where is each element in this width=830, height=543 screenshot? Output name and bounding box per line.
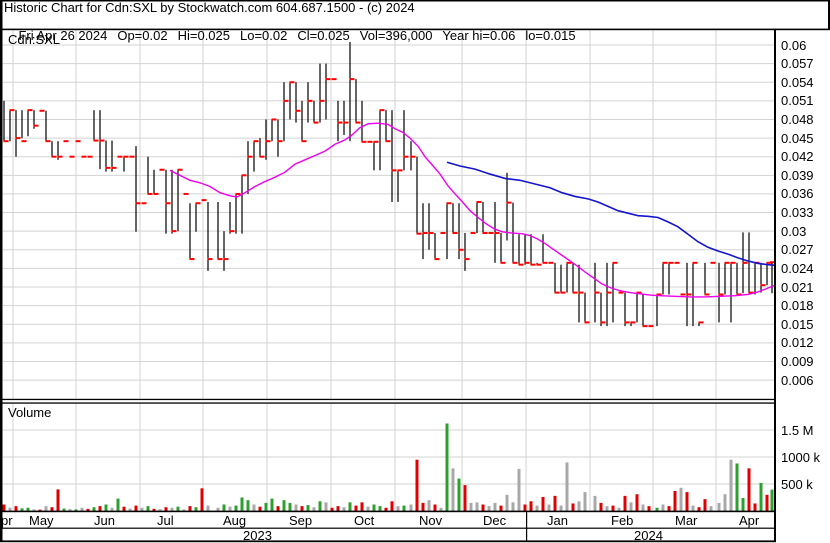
quote-low: Lo=0.02 <box>240 28 288 44</box>
month-label: Oct <box>354 513 375 528</box>
price-axis-label: 0.039 <box>781 167 814 183</box>
price-axis-label: 0.009 <box>781 353 814 369</box>
symbol-label: Cdn:SXL <box>8 32 61 47</box>
month-label: Dec <box>483 513 507 528</box>
month-label: Jan <box>547 513 568 528</box>
price-axis-label: 0.06 <box>781 37 807 53</box>
price-axis-label: 0.024 <box>781 260 814 276</box>
quote-year-hi: Year hi=0.06 <box>442 28 516 44</box>
volume-panel-label: Volume <box>8 405 52 420</box>
quote-year-lo: lo=0.015 <box>525 28 576 44</box>
price-axis-label: 0.006 <box>781 372 814 388</box>
price-axis-label: 0.036 <box>781 186 814 202</box>
month-label: Mar <box>675 513 698 528</box>
month-label: Jun <box>94 513 115 528</box>
quote-volume: Vol=396,000 <box>359 28 433 44</box>
price-axis-label: 0.021 <box>781 279 814 295</box>
price-axis-label: 0.03 <box>781 223 807 239</box>
volume-axis-label: 500 k <box>781 476 813 492</box>
price-axis-label: 0.015 <box>781 316 814 332</box>
chart-title: Historic Chart for Cdn:SXL by Stockwatch… <box>4 0 415 15</box>
quote-line: Fri Apr 26 2024 Op=0.02 Hi=0.025 Lo=0.02 Cl=… <box>4 15 586 58</box>
price-axis-label: 0.057 <box>781 56 814 72</box>
price-axis-label: 0.012 <box>781 335 814 351</box>
price-axis-label: 0.054 <box>781 74 814 90</box>
month-label: May <box>29 513 54 528</box>
month-label: Feb <box>611 513 634 528</box>
month-label: Nov <box>419 513 443 528</box>
quote-close: Cl=0.025 <box>297 28 350 44</box>
volume-axis-label: 1.5 M <box>781 422 814 438</box>
chart-canvas <box>0 0 830 543</box>
year-label: 2023 <box>243 528 272 543</box>
month-label: Aug <box>223 513 247 528</box>
month-label: Jul <box>157 513 174 528</box>
quote-open: Op=0.02 <box>117 28 168 44</box>
month-label: Apr <box>739 513 760 528</box>
price-axis-label: 0.027 <box>781 242 814 258</box>
stock-chart-page: Historic Chart for Cdn:SXL by Stockwatch… <box>0 0 830 543</box>
year-label: 2024 <box>634 528 663 543</box>
month-label: Sep <box>289 513 313 528</box>
price-axis-label: 0.048 <box>781 111 814 127</box>
price-axis-label: 0.051 <box>781 93 814 109</box>
price-axis-label: 0.045 <box>781 130 814 146</box>
price-axis-label: 0.033 <box>781 205 814 221</box>
volume-axis-label: 1000 k <box>781 449 821 465</box>
quote-high: Hi=0.025 <box>177 28 230 44</box>
price-axis-label: 0.018 <box>781 298 814 314</box>
month-label: pr <box>1 513 13 528</box>
price-axis-label: 0.042 <box>781 149 814 165</box>
